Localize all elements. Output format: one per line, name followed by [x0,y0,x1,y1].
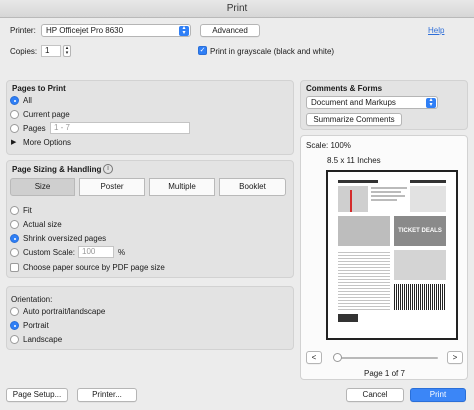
radio-all[interactable] [10,96,19,105]
tab-booklet[interactable]: Booklet [219,178,286,196]
radio-actual-size-label: Actual size [23,220,62,229]
copies-label: Copies: [10,47,38,56]
radio-landscape-label: Landscape [23,335,63,344]
radio-custom-scale[interactable] [10,248,19,257]
next-page-button[interactable]: > [447,351,463,364]
doc-image-block [338,186,368,212]
doc-text-line [371,191,401,193]
more-options-label[interactable]: More Options [23,138,71,147]
radio-pages[interactable] [10,124,19,133]
stepper-arrows-icon: ▴ ▾ [65,45,69,56]
paper-source-checkbox[interactable] [10,263,19,272]
radio-current-page[interactable] [10,110,19,119]
percent-label: % [118,248,126,257]
popup-arrows-icon: ▴ ▾ [426,97,436,108]
printer-select[interactable]: HP Officejet Pro 8630 ▴ ▾ [41,24,191,37]
radio-auto-orientation[interactable] [10,307,19,316]
orientation-title: Orientation: [11,295,53,304]
prev-page-button[interactable]: < [306,351,322,364]
comments-forms-select[interactable]: Document and Markups ▴ ▾ [306,96,438,109]
paper-source-label: Choose paper source by PDF page size [23,263,165,272]
summarize-comments-button[interactable]: Summarize Comments [306,113,402,126]
page-slider-track[interactable] [334,357,438,359]
radio-shrink-oversized[interactable] [10,234,19,243]
help-link[interactable]: Help [428,26,444,35]
page-preview: TICKET DEALS [326,170,458,340]
grayscale-label: Print in grayscale (black and white) [210,47,335,56]
copies-stepper[interactable]: ▴ ▾ [63,45,71,57]
radio-portrait[interactable] [10,321,19,330]
radio-actual-size[interactable] [10,220,19,229]
grayscale-checkbox[interactable]: ✓ [198,46,207,55]
radio-shrink-oversized-label: Shrink oversized pages [23,234,107,243]
popup-arrows-icon: ▴ ▾ [179,25,189,36]
radio-all-label: All [23,96,32,105]
doc-footer-logo [338,314,358,322]
doc-header-line [338,180,378,183]
printer-button[interactable]: Printer... [77,388,137,402]
radio-fit-label: Fit [23,206,32,215]
doc-text-line [371,195,405,197]
page-sizing-title: Page Sizing & Handling [12,165,102,174]
doc-barcode [394,284,446,310]
disclosure-triangle-icon[interactable]: ▶ [11,138,16,146]
page-slider-thumb[interactable] [333,353,342,362]
doc-red-mark [350,190,352,212]
radio-auto-orientation-label: Auto portrait/landscape [23,307,106,316]
doc-fine-print [338,250,390,310]
radio-landscape[interactable] [10,335,19,344]
doc-ad-banner [338,216,390,246]
doc-text-line [371,187,407,189]
page-setup-button[interactable]: Page Setup... [6,388,68,402]
tab-size[interactable]: Size [10,178,75,196]
custom-scale-input[interactable]: 100 [78,246,114,258]
printer-select-value: HP Officejet Pro 8630 [46,26,124,35]
tab-poster[interactable]: Poster [79,178,145,196]
doc-brand-line [410,180,446,183]
info-icon[interactable]: i [103,164,113,174]
page-indicator: Page 1 of 7 [364,369,405,378]
radio-fit[interactable] [10,206,19,215]
print-button[interactable]: Print [410,388,466,402]
radio-pages-label: Pages [23,124,46,133]
doc-ticket-deals-ad: TICKET DEALS [394,216,446,246]
radio-current-page-label: Current page [23,110,70,119]
comments-forms-title: Comments & Forms [306,84,383,93]
comments-forms-value: Document and Markups [311,98,396,107]
doc-ad-block [394,250,446,280]
window-title: Print [226,3,248,14]
radio-portrait-label: Portrait [23,321,49,330]
ticket-deals-headline: TICKET DEALS [398,228,442,234]
copies-field[interactable]: 1 [41,45,61,57]
preview-scale-label: Scale: 100% [306,141,351,150]
radio-custom-scale-label: Custom Scale: [23,248,76,257]
cancel-button[interactable]: Cancel [346,388,404,402]
window-titlebar: Print [0,0,474,18]
pages-to-print-title: Pages to Print [12,84,66,93]
doc-text-line [371,199,397,201]
printer-label: Printer: [10,26,36,35]
paper-size-label: 8.5 x 11 Inches [327,156,381,165]
doc-ticket-stub [410,186,446,212]
ticket-document: TICKET DEALS [338,180,446,330]
tab-multiple[interactable]: Multiple [149,178,215,196]
pages-range-input[interactable]: 1 - 7 [50,122,190,134]
advanced-button[interactable]: Advanced [200,24,260,37]
